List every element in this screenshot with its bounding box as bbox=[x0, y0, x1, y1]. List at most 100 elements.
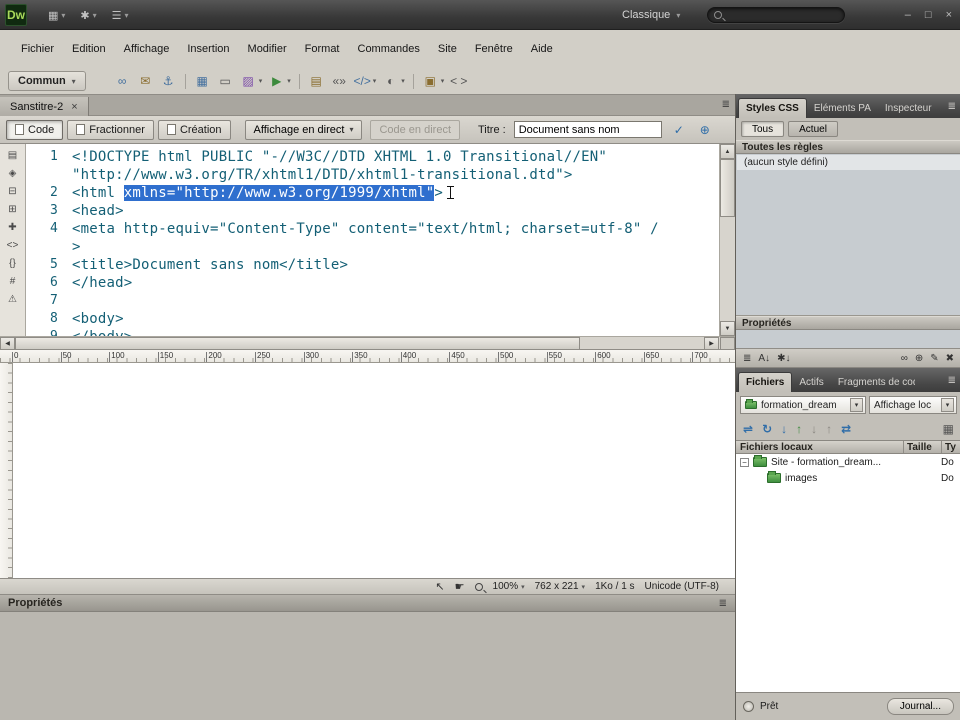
select-parent-tag-icon[interactable]: <> bbox=[7, 240, 19, 251]
code-editor[interactable]: 1 <!DOCTYPE html PUBLIC "-//W3C//DTD XHTM… bbox=[26, 148, 719, 336]
menu-item[interactable]: Format bbox=[296, 40, 349, 58]
code-line[interactable]: 3 <head> bbox=[26, 202, 719, 220]
preview-browser-icon[interactable]: ⊕ bbox=[696, 122, 714, 138]
menu-item[interactable]: Edition bbox=[63, 40, 115, 58]
column-type[interactable]: Ty bbox=[941, 441, 960, 453]
code-line[interactable]: 6 </head> bbox=[26, 274, 719, 292]
menu-item[interactable]: Commandes bbox=[349, 40, 429, 58]
date-icon[interactable]: ▤ bbox=[306, 72, 327, 91]
email-link-icon[interactable]: ✉ bbox=[135, 72, 156, 91]
line-numbers-icon[interactable]: # bbox=[10, 276, 16, 287]
hand-tool-icon[interactable]: ☛ bbox=[455, 580, 465, 593]
file-tree-row[interactable]: − Site - formation_dream... Do bbox=[736, 454, 960, 470]
attach-stylesheet-icon[interactable]: ∞ bbox=[901, 353, 908, 364]
comment-icon[interactable]: «» bbox=[329, 72, 350, 91]
chevron-down-icon[interactable]: ▾ bbox=[287, 77, 291, 85]
document-title-input[interactable] bbox=[513, 121, 662, 138]
panel-tab[interactable]: Styles CSS bbox=[738, 98, 807, 118]
set-properties-view-icon[interactable]: ✱↓ bbox=[777, 353, 790, 364]
collapse-selection-icon[interactable]: ⊞ bbox=[8, 204, 16, 215]
media-icon[interactable]: ▶ bbox=[266, 72, 287, 91]
zoom-select[interactable]: 100% ▾ bbox=[493, 581, 525, 592]
panel-options-icon[interactable]: ≣ bbox=[722, 99, 730, 110]
journal-button[interactable]: Journal... bbox=[886, 698, 954, 715]
search-box[interactable] bbox=[707, 7, 845, 23]
get-files-icon[interactable]: ↓ bbox=[781, 422, 787, 436]
panel-tab[interactable]: Eléments PA bbox=[807, 99, 878, 118]
code-horizontal-scrollbar[interactable]: ◀ ▶ bbox=[0, 336, 735, 350]
column-files[interactable]: Fichiers locaux bbox=[736, 441, 903, 453]
highlight-invalid-icon[interactable]: ⚠ bbox=[8, 294, 17, 305]
scrollbar-thumb[interactable] bbox=[720, 159, 735, 217]
insert-category-dropdown[interactable]: Commun ▾ bbox=[8, 71, 86, 91]
file-tree-row[interactable]: images Do bbox=[736, 470, 960, 486]
expand-all-icon[interactable]: ✚ bbox=[8, 222, 16, 233]
collapse-expander-icon[interactable]: − bbox=[740, 457, 749, 467]
scroll-down-icon[interactable]: ▼ bbox=[720, 321, 735, 336]
collapse-full-tag-icon[interactable]: ⊟ bbox=[8, 186, 16, 197]
category-view-icon[interactable]: ≣ bbox=[743, 353, 751, 364]
open-documents-icon[interactable]: ▤ bbox=[8, 150, 17, 161]
column-size[interactable]: Taille bbox=[903, 441, 941, 453]
minimize-button[interactable]: – bbox=[905, 9, 911, 21]
code-line[interactable]: 9</body> bbox=[26, 328, 719, 336]
menu-item[interactable]: Aide bbox=[522, 40, 562, 58]
pointer-tool-icon[interactable]: ↖ bbox=[435, 580, 444, 593]
edit-rule-icon[interactable]: ✎ bbox=[930, 353, 938, 364]
scroll-up-icon[interactable]: ▲ bbox=[720, 144, 735, 159]
current-mode-button[interactable]: Actuel bbox=[788, 121, 838, 137]
workspace-layout-icon[interactable]: ▦ bbox=[38, 7, 61, 24]
connect-icon[interactable]: ⇌ bbox=[743, 422, 753, 436]
code-line[interactable]: 4 <meta http-equiv="Content-Type" content… bbox=[26, 220, 719, 238]
panel-tab[interactable]: Actifs bbox=[792, 373, 830, 392]
code-line[interactable]: 8 <body> bbox=[26, 310, 719, 328]
app-icon[interactable]: Dw bbox=[5, 4, 27, 26]
code-view-button[interactable]: Code bbox=[6, 119, 64, 140]
expand-panel-icon[interactable]: ▦ bbox=[943, 422, 954, 436]
new-rule-icon[interactable]: ⊕ bbox=[915, 353, 923, 364]
code-view[interactable]: ▤ ◈ ⊟ ⊞ ✚ <> {} # ⚠ 1 <!DOCTYPE html PUBLIC "-//W… bbox=[0, 144, 735, 336]
scroll-right-icon[interactable]: ▶ bbox=[704, 337, 719, 350]
site-menu-icon[interactable]: ☰ bbox=[102, 7, 125, 24]
workspace-switcher[interactable]: Classique ▾ bbox=[622, 0, 680, 30]
panel-tab[interactable]: Fichiers bbox=[738, 372, 793, 392]
close-button[interactable]: × bbox=[946, 9, 952, 21]
head-icon[interactable]: ◐ bbox=[380, 72, 401, 91]
image-icon[interactable]: ▨ bbox=[238, 72, 259, 91]
chevron-down-icon[interactable]: ▾ bbox=[401, 77, 405, 85]
templates-icon[interactable]: ▣ bbox=[420, 72, 441, 91]
code-line[interactable]: 7 bbox=[26, 292, 719, 310]
maximize-button[interactable]: □ bbox=[925, 9, 932, 21]
live-view-button[interactable]: Affichage en direct ▾ bbox=[244, 119, 363, 140]
view-dropdown[interactable]: Affichage loc ▾ bbox=[869, 396, 957, 414]
delete-rule-icon[interactable]: ✖ bbox=[946, 353, 954, 364]
refresh-icon[interactable]: ↻ bbox=[762, 422, 772, 436]
panel-menu-icon[interactable]: ≣ bbox=[948, 375, 960, 392]
file-management-icon[interactable]: ✓ bbox=[670, 122, 688, 138]
menu-item[interactable]: Fenêtre bbox=[466, 40, 522, 58]
chevron-down-icon[interactable]: ▾ bbox=[941, 398, 954, 412]
panel-tab[interactable]: Fragments de code bbox=[831, 373, 915, 392]
tag-chooser-icon[interactable]: < > bbox=[448, 72, 469, 91]
menu-item[interactable]: Modifier bbox=[239, 40, 296, 58]
code-vertical-scrollbar[interactable]: ▲ ▼ bbox=[719, 144, 735, 336]
code-line[interactable]: > bbox=[26, 238, 719, 256]
no-style-row[interactable]: (aucun style défini) bbox=[737, 155, 960, 170]
all-mode-button[interactable]: Tous bbox=[741, 121, 785, 137]
check-in-icon[interactable]: ↑ bbox=[826, 422, 832, 436]
design-view[interactable] bbox=[0, 363, 735, 578]
scrollbar-thumb[interactable] bbox=[15, 337, 580, 350]
chevron-down-icon[interactable]: ▾ bbox=[441, 77, 445, 85]
put-files-icon[interactable]: ↑ bbox=[796, 422, 802, 436]
menu-item[interactable]: Fichier bbox=[12, 40, 63, 58]
document-tab[interactable]: Sanstitre-2 × bbox=[0, 97, 89, 117]
insert-div-icon[interactable]: ▭ bbox=[215, 72, 236, 91]
menu-item[interactable]: Insertion bbox=[178, 40, 238, 58]
named-anchor-icon[interactable]: ⚓ bbox=[158, 72, 179, 91]
check-out-icon[interactable]: ↓ bbox=[811, 422, 817, 436]
synchronize-icon[interactable]: ⇄ bbox=[841, 422, 851, 436]
menu-item[interactable]: Site bbox=[429, 40, 466, 58]
site-dropdown[interactable]: formation_dream ▾ bbox=[740, 396, 866, 414]
design-view-button[interactable]: Création bbox=[157, 119, 231, 140]
hyperlink-icon[interactable]: ∞ bbox=[112, 72, 133, 91]
